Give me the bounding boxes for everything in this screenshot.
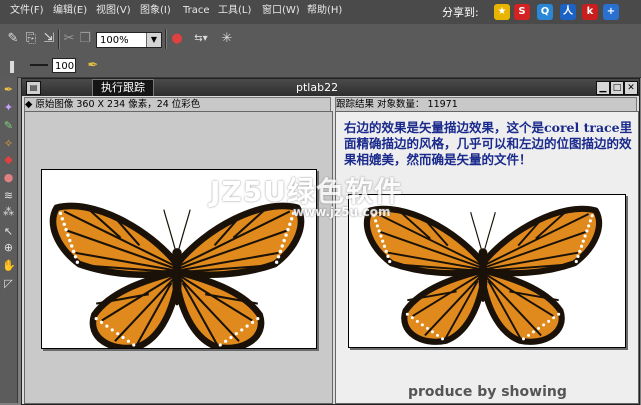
menu-view[interactable]: 视图(V)	[96, 5, 131, 17]
pen-tool-icon[interactable]: ✒	[2, 83, 15, 96]
maximize-icon[interactable]: □	[610, 81, 624, 95]
menu-help[interactable]: 帮助(H)	[307, 5, 342, 17]
original-image-pane	[24, 111, 333, 404]
select-tool-icon[interactable]: ↖	[2, 225, 15, 238]
window-titlebar[interactable]: ▤ 执行跟踪 ptlab22 ▁ □ ✕	[22, 79, 639, 96]
marker-tool-icon[interactable]: ✎	[2, 119, 15, 132]
line-tool-icon[interactable]: ◸	[2, 277, 15, 290]
share-label: 分享到:	[442, 6, 479, 19]
menu-window[interactable]: 窗口(W)	[262, 5, 300, 17]
description-text: 右边的效果是矢量描边效果，这个是corel trace里面精确描边的风格，几乎可…	[344, 120, 633, 167]
window-icon: ▤	[26, 81, 41, 95]
minimize-icon[interactable]: ▁	[596, 81, 610, 95]
magic-tool-icon[interactable]: ✧	[2, 137, 15, 150]
fill-tool-icon[interactable]: ◆	[2, 153, 15, 166]
copy-icon[interactable]: ❐	[76, 30, 94, 48]
tab-execute-trace[interactable]: 执行跟踪	[92, 79, 154, 96]
pane-marker-icon: ◆	[25, 99, 33, 110]
toolbar-divider	[165, 29, 167, 49]
window-title: ptlab22	[296, 81, 339, 94]
more-share-icon[interactable]: +	[603, 4, 619, 20]
property-toolbar: ❚ ✒	[0, 55, 641, 78]
settings-icon[interactable]: ✳	[218, 30, 236, 48]
color-tool-icon[interactable]: ●	[2, 171, 15, 184]
zoom-value: 100%	[100, 35, 129, 46]
zoom-select[interactable]: 100% ▼	[96, 32, 162, 48]
menu-image[interactable]: 图象(I)	[140, 5, 171, 17]
save-icon[interactable]: ⎘	[22, 30, 40, 48]
trace-mode-icon[interactable]: ⇆▾	[188, 30, 214, 48]
kaixin-share-icon[interactable]: k	[582, 4, 598, 20]
trace-window: ▤ 执行跟踪 ptlab22 ▁ □ ✕ ◆ 原始图像 360 X 234 像素…	[21, 78, 640, 405]
produce-credit: produce by showing	[408, 384, 567, 400]
original-image-info: 原始图像 360 X 234 像素，24 位彩色	[35, 99, 201, 110]
size-slider[interactable]	[30, 64, 48, 66]
renren-share-icon[interactable]: 人	[560, 4, 576, 20]
export-icon[interactable]: ⇲	[40, 30, 58, 48]
weibo-share-icon[interactable]: S	[514, 4, 530, 20]
size-field[interactable]: 100	[52, 58, 76, 73]
open-icon[interactable]: ✎	[4, 30, 22, 48]
menu-edit[interactable]: 编辑(E)	[53, 5, 87, 17]
trace-result-info: 跟踪结果 对象数量： 11971	[336, 99, 458, 110]
node-tool-icon[interactable]: ✦	[2, 101, 15, 114]
qq-share-icon[interactable]: Q	[537, 4, 553, 20]
menu-file[interactable]: 文件(F)	[10, 5, 44, 17]
right-pane-header: 跟踪结果 对象数量： 11971	[335, 97, 637, 112]
watermark-url: www.jz5u.com	[293, 205, 391, 219]
brush-icon: ❚	[6, 59, 18, 73]
toolbox: ✒ ✦ ✎ ✧ ◆ ● ≋ ⁂ ↖ ⊕ ✋ ◸	[0, 77, 18, 403]
pen-icon[interactable]: ✒	[84, 57, 102, 75]
zoom-tool-icon[interactable]: ⊕	[2, 241, 15, 254]
menu-tools[interactable]: 工具(L)	[218, 5, 251, 17]
hand-tool-icon[interactable]: ✋	[2, 259, 16, 272]
menu-trace[interactable]: Trace	[183, 5, 210, 17]
left-pane-header: ◆ 原始图像 360 X 234 像素，24 位彩色	[24, 97, 331, 112]
trace-result-pane: 右边的效果是矢量描边效果，这个是corel trace里面精确描边的风格，几乎可…	[335, 111, 639, 404]
layers-tool-icon[interactable]: ≋	[2, 189, 15, 202]
qzone-share-icon[interactable]: ★	[494, 4, 510, 20]
close-icon[interactable]: ✕	[624, 81, 638, 95]
watermark: JZ5U绿色软件	[210, 175, 403, 208]
eraser-tool-icon[interactable]: ⁂	[2, 205, 15, 218]
stop-icon[interactable]: ●	[168, 30, 186, 48]
chevron-down-icon[interactable]: ▼	[146, 33, 161, 47]
menu-bar: 文件(F) 编辑(E) 视图(V) 图象(I) Trace 工具(L) 窗口(W…	[0, 0, 641, 24]
